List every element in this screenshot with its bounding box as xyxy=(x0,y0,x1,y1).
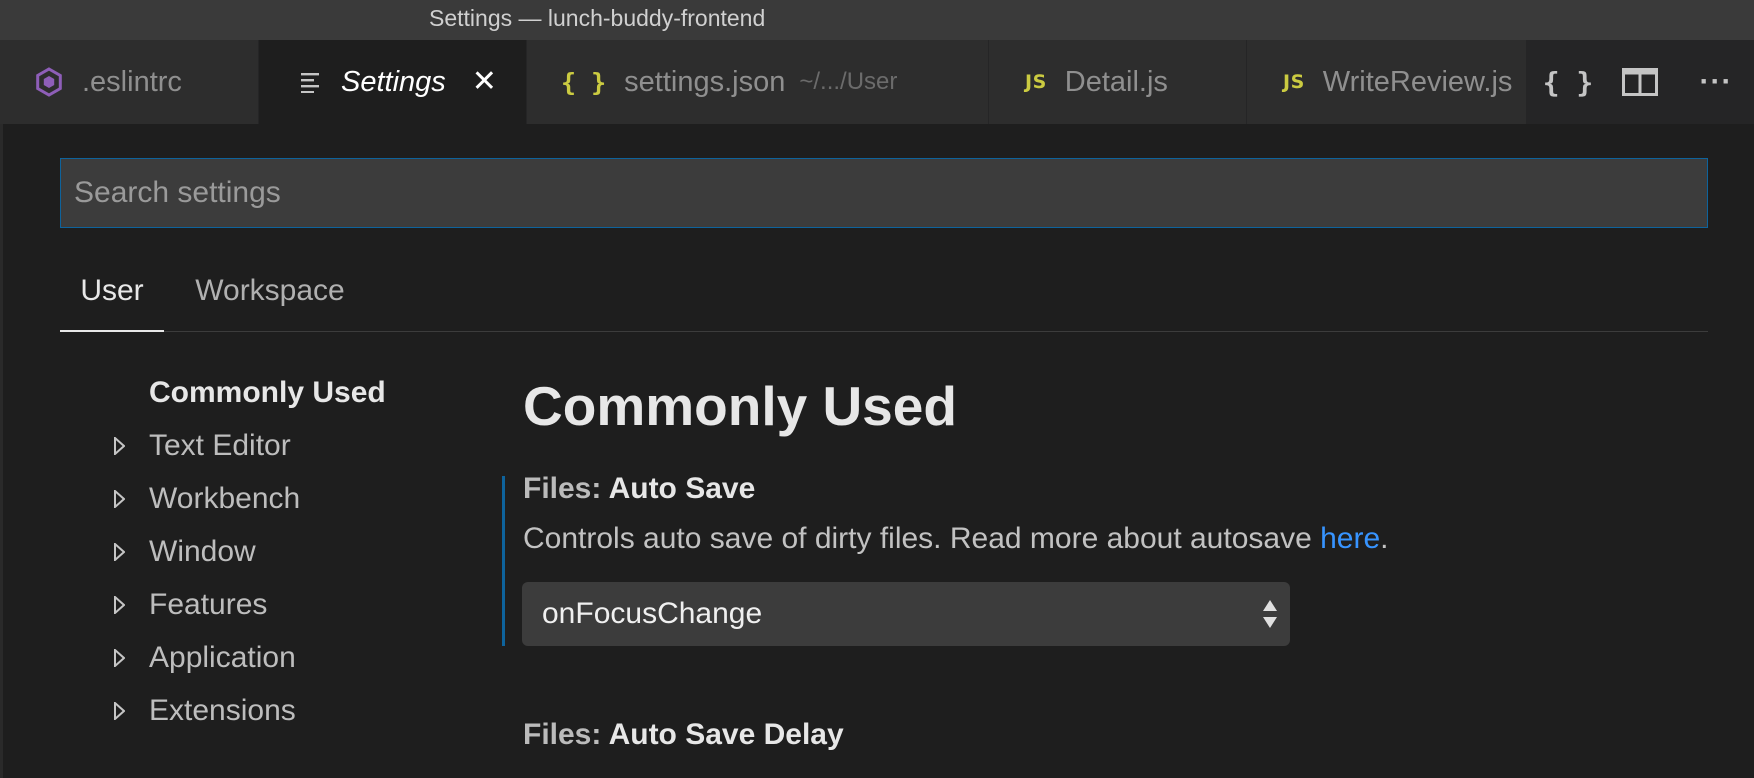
tab-label: .eslintrc xyxy=(82,65,182,98)
setting-title-auto-save: Files: Auto Save xyxy=(523,472,755,506)
json-braces-icon: { } xyxy=(561,67,607,97)
setting-category: Files: xyxy=(523,472,609,505)
toc-item-workbench[interactable]: Workbench xyxy=(100,472,480,525)
setting-title-auto-save-delay: Files: Auto Save Delay xyxy=(523,718,844,752)
tab-settings-json[interactable]: { } settings.json ~/.../User xyxy=(527,40,989,124)
settings-list-icon xyxy=(301,71,323,93)
toc-item-commonly-used[interactable]: Commonly Used xyxy=(100,366,480,419)
tab-label: settings.json xyxy=(624,65,786,98)
focused-setting-indicator xyxy=(502,476,505,646)
tab-eslintrc[interactable]: .eslintrc xyxy=(0,40,259,124)
toc-item-label: Text Editor xyxy=(149,429,291,462)
section-title: Commonly Used xyxy=(523,375,957,437)
setting-description-end: . xyxy=(1380,522,1389,555)
chevron-right-icon xyxy=(114,525,125,578)
toc-item-label: Application xyxy=(149,641,296,674)
vscode-window: Settings — lunch-buddy-frontend .eslintr… xyxy=(0,0,1754,778)
js-file-icon: JS xyxy=(1025,71,1047,93)
split-editor-icon[interactable] xyxy=(1610,40,1670,124)
tab-settings[interactable]: Settings ✕ xyxy=(259,40,527,124)
tab-user[interactable]: User xyxy=(60,250,164,332)
tab-detail-js[interactable]: JS Detail.js xyxy=(989,40,1247,124)
search-input[interactable] xyxy=(61,159,1707,227)
close-icon[interactable]: ✕ xyxy=(472,67,497,97)
toc-item-text-editor[interactable]: Text Editor xyxy=(100,419,480,472)
window-title: Settings — lunch-buddy-frontend xyxy=(429,5,766,31)
toc-item-label: Extensions xyxy=(149,694,296,727)
toc-item-application[interactable]: Application xyxy=(100,631,480,684)
setting-name: Auto Save xyxy=(608,472,756,505)
js-file-icon: JS xyxy=(1283,71,1305,93)
autosave-docs-link[interactable]: here xyxy=(1320,522,1380,555)
toc-item-label: Features xyxy=(149,588,268,621)
tab-label: Settings xyxy=(341,65,446,98)
setting-category: Files: xyxy=(523,718,609,751)
toc-item-window[interactable]: Window xyxy=(100,525,480,578)
chevron-right-icon xyxy=(114,631,125,684)
tab-writereview-js[interactable]: JS WriteReview.js xyxy=(1247,40,1527,124)
setting-name: Auto Save Delay xyxy=(608,718,844,751)
more-actions-icon[interactable]: ··· xyxy=(1686,40,1746,124)
editor-actions: { } ··· xyxy=(1526,40,1754,124)
chevron-right-icon xyxy=(114,472,125,525)
toc-item-extensions[interactable]: Extensions xyxy=(100,684,480,737)
tab-label: Detail.js xyxy=(1064,65,1168,98)
chevron-right-icon xyxy=(114,684,125,737)
auto-save-select[interactable]: onFocusChange xyxy=(522,582,1290,646)
toc-item-label: Commonly Used xyxy=(149,376,386,409)
tab-label: WriteReview.js xyxy=(1322,65,1513,98)
tab-workspace[interactable]: Workspace xyxy=(185,250,355,332)
editor-tab-bar: .eslintrc Settings ✕ { } settings.json ~… xyxy=(0,40,1754,124)
title-bar: Settings — lunch-buddy-frontend xyxy=(0,0,1754,40)
search-settings-box xyxy=(60,158,1708,228)
chevron-right-icon xyxy=(114,419,125,472)
settings-scope-tabs: User Workspace xyxy=(60,250,1708,332)
setting-description-auto-save: Controls auto save of dirty files. Read … xyxy=(523,522,1389,556)
toc-item-label: Workbench xyxy=(149,482,301,515)
open-settings-json-icon[interactable]: { } xyxy=(1540,40,1596,124)
toc-item-label: Window xyxy=(149,535,256,568)
toc-item-features[interactable]: Features xyxy=(100,578,480,631)
settings-toc: Commonly Used Text Editor Workbench Wind… xyxy=(100,366,480,737)
auto-save-select-value: onFocusChange xyxy=(542,597,763,630)
chevron-right-icon xyxy=(114,578,125,631)
setting-description-text: Controls auto save of dirty files. Read … xyxy=(523,522,1321,555)
tab-path-description: ~/.../User xyxy=(799,68,898,95)
eslint-icon xyxy=(34,67,64,97)
select-arrows-icon xyxy=(1262,596,1278,632)
activity-edge xyxy=(0,124,3,778)
